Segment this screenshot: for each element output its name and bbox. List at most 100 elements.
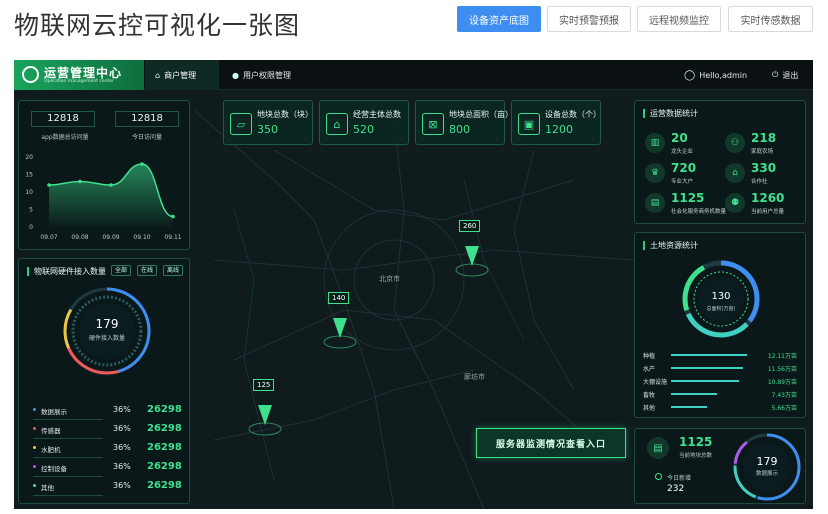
ops-value: 330: [751, 161, 777, 175]
map-marker-125[interactable]: 125: [247, 379, 287, 439]
nav-tab-label: 用户权限管理: [242, 70, 291, 80]
land-center-label: 总面积(万亩): [706, 306, 736, 312]
data-point: [171, 214, 175, 219]
nav-tab-user-permission[interactable]: ● 用户权限管理: [222, 60, 312, 90]
nav-tab-merchant[interactable]: ⌂ 商户管理: [145, 60, 219, 90]
map-marker-260[interactable]: 260: [454, 220, 494, 280]
land-bar: [671, 367, 743, 369]
ops-label: 龙头企业: [671, 149, 694, 155]
ops-item: ⌂ 330 合作社: [725, 161, 805, 189]
land-value: 11.56万亩: [767, 366, 797, 373]
greeting-text: Hello,admin: [699, 70, 748, 80]
ops-value: 218: [751, 131, 777, 145]
device-value: 26298: [147, 442, 182, 453]
top-nav: 运营管理中心 Operation management center ⌂ 商户管…: [14, 60, 813, 90]
device-percent: 36%: [113, 405, 131, 414]
tab-device-asset-map[interactable]: 设备资产底图: [457, 6, 541, 32]
ops-value: 1260: [751, 191, 785, 205]
stat-label: 经营主体总数: [353, 110, 401, 119]
ops-item: ▤ 1125 社会化服务商务机数量: [645, 191, 727, 219]
tab-realtime-warning[interactable]: 实时预警预报: [547, 6, 631, 32]
ops-item: ⚉ 1260 当前用户总量: [725, 191, 805, 219]
device-name: 水肥机: [41, 446, 61, 454]
cooperative-icon: ⌂: [725, 163, 745, 183]
new-indicator-icon: [655, 473, 662, 480]
tab-realtime-sensor[interactable]: 实时传感数据: [728, 6, 813, 32]
ops-item: ⚇ 218 家庭农场: [725, 131, 805, 159]
land-bar: [671, 406, 707, 408]
divider: [33, 419, 103, 420]
legend-dot: [33, 465, 36, 468]
nav-tab-label: 商户管理: [164, 70, 197, 80]
area-icon: ⊠: [422, 113, 444, 135]
ops-value: 1125: [671, 191, 705, 205]
device-percent: 36%: [113, 443, 131, 452]
device-name: 其他: [41, 484, 54, 492]
list-item: 数据展示 36% 26298: [19, 404, 191, 422]
stat-value: 350: [257, 123, 278, 136]
land-name: 水产: [643, 366, 656, 373]
stat-entity-count: ⌂ 经营主体总数 520: [319, 100, 409, 145]
logo[interactable]: 运营管理中心 Operation management center: [14, 60, 144, 90]
y-tick-label: 15: [25, 172, 33, 179]
stat-value: 520: [353, 123, 374, 136]
entity-icon: ⌂: [326, 113, 348, 135]
map-marker-140[interactable]: 140: [322, 292, 362, 352]
x-tick-label: 09.10: [133, 234, 150, 241]
ops-label: 社会化服务商务机数量: [671, 209, 727, 215]
stat-label: 地块总数（块）: [257, 110, 313, 119]
device-value: 26298: [147, 423, 182, 434]
home-icon: ⌂: [155, 70, 161, 80]
trophy-icon: ♛: [645, 163, 665, 183]
app-visit-count: 12818: [31, 111, 95, 127]
plots-panel: ▤ 1125 当前地块总数 今日新增 232 179 数据展示: [634, 428, 806, 504]
list-item: 种植 12.11万亩: [635, 351, 807, 363]
data-point: [140, 162, 144, 166]
dashboard: 北京市 廊坊市 260 140 125 运营管理中心 Operation man…: [14, 60, 813, 509]
device-percent: 36%: [113, 481, 131, 490]
list-item: 水肥机 36% 26298: [19, 442, 191, 460]
y-tick-label: 20: [25, 154, 33, 161]
new-label: 今日新增: [667, 475, 692, 482]
visits-area-chart[interactable]: 20 15 10 5 0 09.07 09.08 09.09 09.10 09.11: [19, 149, 191, 249]
plots-ring-value: 179: [756, 455, 778, 468]
user-menu[interactable]: ◯ Hello,admin: [674, 60, 754, 90]
ops-item: ♛ 720 专业大户: [645, 161, 725, 189]
divider: [33, 476, 103, 477]
map-label-langfang: 廊坊市: [464, 373, 485, 381]
user-icon: ●: [232, 70, 239, 80]
land-value: 12.11万亩: [767, 353, 797, 360]
marker-pin-icon: [323, 318, 357, 349]
server-monitor-button[interactable]: 服务器监测情况查看入口: [476, 428, 626, 458]
land-name: 大棚设施: [643, 379, 668, 386]
hardware-center-value: 179: [95, 317, 119, 331]
logo-icon: [22, 66, 39, 83]
device-name: 控制设备: [41, 465, 67, 473]
list-item: 水产 11.56万亩: [635, 364, 807, 376]
ops-label: 合作社: [751, 179, 768, 185]
ops-item: ▥ 20 龙头企业: [645, 131, 725, 159]
land-bar: [671, 354, 747, 356]
x-tick-label: 09.09: [102, 234, 119, 241]
logout-button[interactable]: ⏻ 退出: [762, 60, 810, 90]
map-label-beijing: 北京市: [379, 275, 400, 283]
today-visit-count: 12818: [115, 111, 179, 127]
stat-device-count: ▣ 设备总数（个） 1200: [511, 100, 601, 145]
tab-remote-video[interactable]: 远程视频监控: [637, 6, 721, 32]
filter-all-button[interactable]: 全部: [111, 265, 132, 276]
device-value: 26298: [147, 461, 182, 472]
land-panel: 土地资源统计 130 总面积(万亩) 种植 12.11万亩 水产 11.56万亩…: [634, 232, 806, 418]
legend-dot: [33, 484, 36, 487]
marker-label: 125: [253, 379, 275, 391]
ops-title: 运营数据统计: [643, 109, 698, 118]
filter-offline-button[interactable]: 离线: [163, 265, 184, 276]
users-icon: ⚉: [725, 193, 745, 213]
stat-area-total: ⊠ 地块总面积（亩） 800: [415, 100, 513, 145]
land-name: 畜牧: [643, 392, 656, 399]
filter-online-button[interactable]: 在线: [137, 265, 158, 276]
stat-plot-count: ▱ 地块总数（块） 350: [223, 100, 313, 145]
plots-label: 当前地块总数: [679, 453, 713, 459]
divider: [33, 495, 103, 496]
chart-icon: ▥: [645, 133, 665, 153]
device-name: 传感器: [41, 427, 61, 435]
